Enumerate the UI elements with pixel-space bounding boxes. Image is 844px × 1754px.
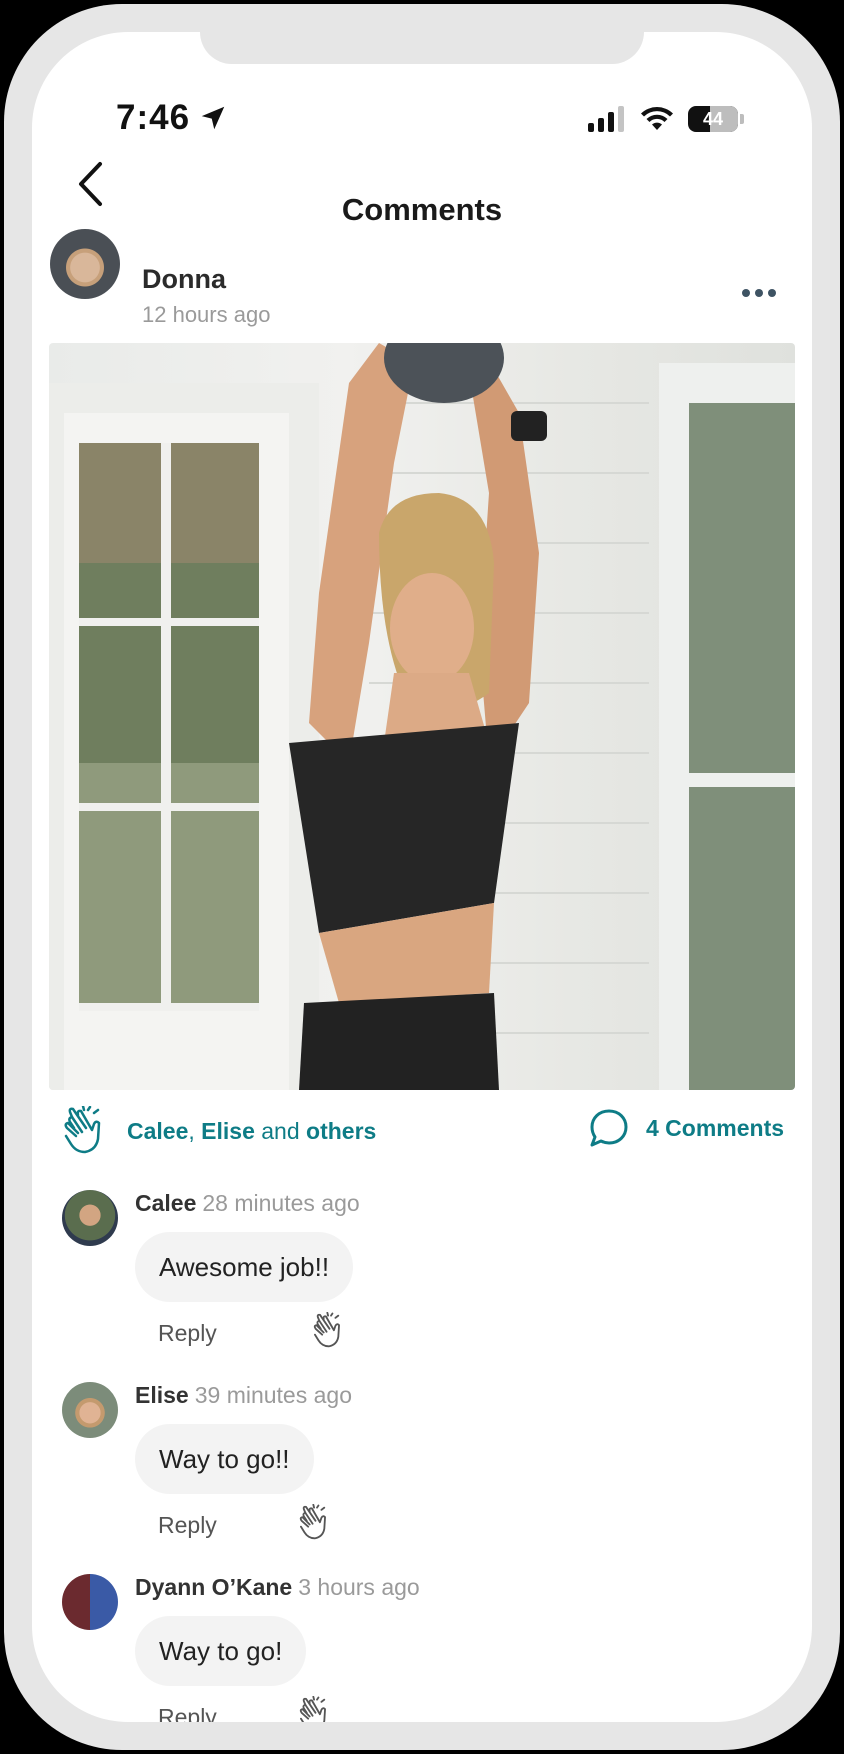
post-timestamp: 12 hours ago [142, 302, 271, 327]
screen: 7:46 44 Comments Donna 12 hours ago Cale… [32, 32, 812, 1722]
comment-clap-button[interactable] [298, 1695, 338, 1722]
commenter-avatar[interactable] [62, 1574, 118, 1630]
comment-text: Way to go!! [159, 1443, 290, 1474]
more-icon-dot [755, 289, 763, 297]
status-time: 7:46 [116, 98, 228, 138]
battery-level: 44 [702, 108, 724, 129]
workout-photo-illustration [49, 343, 795, 1090]
comment-text: Way to go! [159, 1635, 283, 1666]
reactions-row: Calee, Elise and others 4 Comments [32, 1104, 812, 1160]
liker-separator: , [188, 1118, 195, 1144]
more-icon-dot [768, 289, 776, 297]
comment-bubble: Way to go!! [135, 1424, 314, 1494]
battery-nub [740, 114, 744, 124]
liker-and: and [261, 1118, 300, 1144]
commenter-line: Dyann O’Kane 3 hours ago [135, 1574, 420, 1601]
liker-name[interactable]: Elise [201, 1118, 255, 1144]
commenter-avatar[interactable] [62, 1382, 118, 1438]
battery-icon: 44 [688, 106, 738, 132]
clap-icon [313, 1311, 340, 1348]
comment-bubble-icon [590, 1109, 628, 1147]
status-time-text: 7:46 [116, 98, 191, 137]
commenter-name[interactable]: Elise [135, 1382, 189, 1408]
more-options-button[interactable] [742, 289, 776, 297]
commenter-name[interactable]: Calee [135, 1190, 196, 1216]
comment-bubble: Awesome job!! [135, 1232, 354, 1302]
reply-button[interactable]: Reply [158, 1512, 217, 1539]
commenter-line: Calee 28 minutes ago [135, 1190, 360, 1217]
comment-timestamp: 3 hours ago [298, 1574, 420, 1600]
clap-icon [299, 1695, 326, 1722]
commenter-avatar[interactable] [62, 1190, 118, 1246]
clap-icon [64, 1104, 101, 1154]
location-arrow-icon [201, 106, 225, 130]
clap-button[interactable] [62, 1104, 114, 1156]
page-title: Comments [341, 192, 503, 227]
likers-others[interactable]: others [306, 1118, 376, 1144]
commenter-line: Elise 39 minutes ago [135, 1382, 352, 1409]
comment-timestamp: 28 minutes ago [202, 1190, 360, 1216]
comments-count: 4 Comments [646, 1114, 785, 1141]
wifi-icon [641, 107, 673, 130]
comment-timestamp: 39 minutes ago [194, 1382, 352, 1408]
clap-icon [299, 1503, 326, 1540]
reply-button[interactable]: Reply [158, 1320, 217, 1347]
comment-text: Awesome job!! [159, 1251, 330, 1282]
liker-name[interactable]: Calee [127, 1118, 188, 1144]
comment-clap-button[interactable] [312, 1311, 352, 1352]
post-author-name[interactable]: Donna [142, 264, 226, 295]
reply-button[interactable]: Reply [158, 1704, 217, 1722]
post-photo[interactable] [49, 343, 795, 1090]
post-author-avatar[interactable] [50, 229, 120, 299]
likers-text[interactable]: Calee, Elise and others [127, 1118, 376, 1145]
status-icons: 44 [588, 106, 744, 132]
comment-bubble: Way to go! [135, 1616, 307, 1686]
notch [200, 32, 644, 64]
device-frame: 7:46 44 Comments Donna 12 hours ago Cale… [0, 0, 844, 1754]
signal-icon [588, 106, 624, 132]
more-icon-dot [742, 289, 750, 297]
comment-clap-button[interactable] [298, 1503, 338, 1544]
comments-button[interactable]: 4 Comments [588, 1108, 784, 1148]
commenter-name[interactable]: Dyann O’Kane [135, 1574, 292, 1600]
